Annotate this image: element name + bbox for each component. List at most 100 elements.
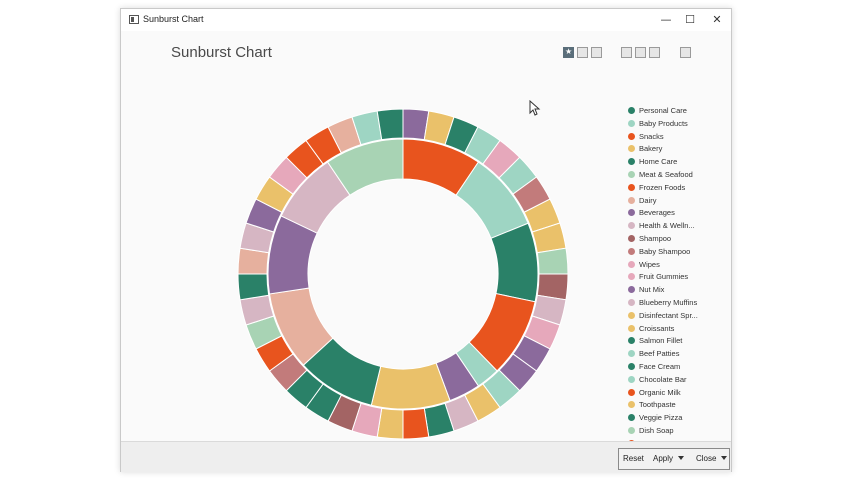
legend-item[interactable]: Disinfectant Spr...: [626, 310, 726, 322]
outer-ring-segment-29[interactable]: [237, 273, 270, 301]
legend-item[interactable]: Salmon Fillet: [626, 335, 726, 347]
legend-marker-icon: [628, 414, 635, 422]
maximize-button[interactable]: ☐: [677, 11, 703, 29]
legend-label: Wipes: [639, 259, 660, 269]
reset-button[interactable]: Reset: [623, 454, 644, 463]
legend-marker-icon: [628, 119, 635, 127]
legend-item[interactable]: Veggie Pizza: [626, 412, 726, 424]
legend-item[interactable]: Bakery: [626, 143, 726, 155]
legend-item[interactable]: Toothpaste: [626, 399, 726, 411]
legend-marker-icon: [628, 311, 635, 319]
toolbar-zoom-out-icon[interactable]: [591, 47, 602, 58]
outer-ring-segment-39[interactable]: [376, 108, 404, 141]
legend-item[interactable]: Dish Soap: [626, 425, 726, 437]
legend-item[interactable]: Baby Shampoo: [626, 246, 726, 258]
legend-marker-icon: [628, 209, 635, 217]
legend-item[interactable]: Home Care: [626, 156, 726, 168]
inner-ring-segment-6[interactable]: [370, 362, 451, 410]
legend-item[interactable]: Wipes: [626, 259, 726, 271]
legend-item[interactable]: Personal Care: [626, 105, 726, 117]
legend: Personal Care Baby Products Snacks Bakery Ho…: [626, 105, 726, 443]
legend-label: Home Care: [639, 157, 678, 167]
toolbar-print-icon[interactable]: [680, 47, 691, 58]
legend-label: Snacks: [639, 131, 664, 141]
apply-button[interactable]: Apply: [653, 454, 673, 463]
legend-marker-icon: [628, 375, 635, 383]
toolbar-star-icon[interactable]: [563, 47, 574, 58]
outer-ring-segment-19[interactable]: [402, 407, 430, 440]
legend-marker-icon: [628, 145, 635, 153]
toolbar-reset-zoom-icon[interactable]: [649, 47, 660, 58]
legend-item[interactable]: Chocolate Bar: [626, 374, 726, 386]
legend-item[interactable]: Blueberry Muffins: [626, 297, 726, 309]
legend-marker-icon: [628, 388, 635, 396]
mouse-cursor-icon: [529, 100, 541, 116]
legend-label: Meat & Seafood: [639, 170, 693, 179]
legend-marker-icon: [628, 222, 635, 230]
legend-item[interactable]: Fruit Gummies: [626, 271, 726, 283]
inner-ring-segment-2[interactable]: [490, 222, 539, 303]
close-button[interactable]: Close: [696, 454, 716, 463]
legend-marker-icon: [628, 401, 635, 409]
legend-item[interactable]: Beef Patties: [626, 348, 726, 360]
toolbar-select-icon[interactable]: [635, 47, 646, 58]
app-window: Sunburst Chart — ☐ ✕ Sunburst Chart Pers…: [120, 8, 732, 472]
legend-item[interactable]: Face Cream: [626, 361, 726, 373]
legend-item[interactable]: Meat & Seafood: [626, 169, 726, 181]
legend-label: Beef Patties: [639, 349, 680, 359]
legend-item[interactable]: Snacks: [626, 131, 726, 143]
close-window-button[interactable]: ✕: [704, 11, 730, 29]
legend-label: Disinfectant Spr...: [639, 310, 698, 320]
toolbar-pan-icon[interactable]: [621, 47, 632, 58]
legend-marker-icon: [628, 132, 635, 140]
legend-label: Nut Mix: [639, 285, 665, 295]
legend-marker-icon: [628, 107, 635, 114]
legend-marker-icon: [628, 286, 635, 294]
legend-item[interactable]: Croissants: [626, 323, 726, 335]
legend-label: Organic Milk: [639, 387, 681, 397]
legend-item[interactable]: Beverages: [626, 207, 726, 219]
legend-marker-icon: [628, 350, 635, 358]
legend-label: Baby Shampoo: [639, 246, 691, 256]
legend-marker-icon: [628, 235, 635, 242]
legend-marker-icon: [628, 183, 635, 191]
toolbar-zoom-in-icon[interactable]: [577, 47, 588, 58]
footer-bar: Reset Apply Close: [121, 441, 731, 472]
minimize-button[interactable]: —: [653, 11, 679, 29]
legend-marker-icon: [628, 158, 635, 166]
footer-button-group: Reset Apply Close: [618, 448, 730, 470]
legend-label: Shampoo: [639, 234, 672, 243]
legend-label: Chocolate Bar: [639, 374, 687, 384]
legend-item[interactable]: Nut Mix: [626, 284, 726, 296]
legend-item[interactable]: Shampoo: [626, 233, 726, 245]
legend-label: Salmon Fillet: [639, 336, 683, 346]
legend-marker-icon: [628, 337, 635, 345]
legend-marker-icon: [628, 260, 635, 268]
legend-item[interactable]: Organic Milk: [626, 387, 726, 399]
outer-ring-segment-9[interactable]: [536, 247, 569, 275]
legend-label: Blueberry Muffins: [639, 298, 698, 307]
legend-label: Face Cream: [639, 362, 681, 371]
legend-item[interactable]: Frozen Foods: [626, 182, 726, 194]
legend-marker-icon: [628, 299, 635, 306]
legend-marker-icon: [628, 273, 635, 281]
legend-label: Bakery: [639, 144, 663, 154]
legend-marker-icon: [628, 427, 635, 434]
sunburst-chart: [237, 108, 569, 440]
close-dropdown-icon[interactable]: [721, 456, 727, 460]
legend-label: Fruit Gummies: [639, 272, 689, 282]
legend-label: Veggie Pizza: [639, 413, 683, 423]
legend-label: Toothpaste: [639, 400, 676, 410]
legend-label: Health & Welln...: [639, 221, 695, 231]
legend-item[interactable]: Dairy: [626, 195, 726, 207]
legend-item[interactable]: Baby Products: [626, 118, 726, 130]
legend-marker-icon: [628, 363, 635, 370]
apply-dropdown-icon[interactable]: [678, 456, 684, 460]
legend-label: Baby Products: [639, 118, 688, 128]
app-icon: [129, 15, 139, 24]
legend-label: Croissants: [639, 323, 675, 333]
title-bar[interactable]: Sunburst Chart — ☐ ✕: [121, 9, 731, 31]
legend-item[interactable]: Health & Welln...: [626, 220, 726, 232]
legend-marker-icon: [628, 324, 635, 332]
legend-marker-icon: [628, 247, 635, 255]
